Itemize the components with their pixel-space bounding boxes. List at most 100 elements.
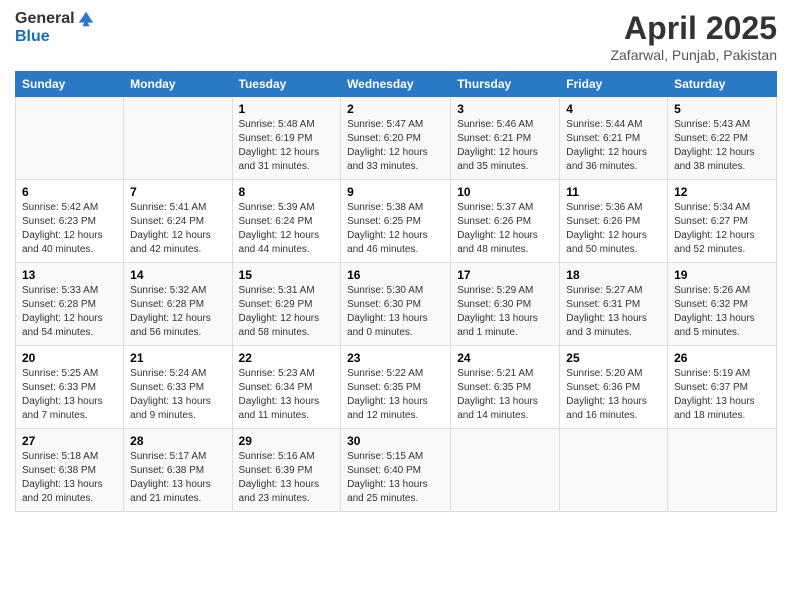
calendar-cell: 8 Sunrise: 5:39 AMSunset: 6:24 PMDayligh… — [232, 180, 341, 263]
day-sunrise: Sunrise: 5:29 AMSunset: 6:30 PMDaylight:… — [457, 285, 538, 338]
day-number: 20 — [22, 351, 117, 365]
calendar-cell: 23 Sunrise: 5:22 AMSunset: 6:35 PMDaylig… — [341, 346, 451, 429]
day-number: 26 — [674, 351, 770, 365]
calendar-cell: 1 Sunrise: 5:48 AMSunset: 6:19 PMDayligh… — [232, 97, 341, 180]
calendar-cell: 7 Sunrise: 5:41 AMSunset: 6:24 PMDayligh… — [124, 180, 232, 263]
day-number: 25 — [566, 351, 661, 365]
day-number: 19 — [674, 268, 770, 282]
day-number: 3 — [457, 102, 553, 116]
calendar-cell: 6 Sunrise: 5:42 AMSunset: 6:23 PMDayligh… — [16, 180, 124, 263]
calendar-cell: 28 Sunrise: 5:17 AMSunset: 6:38 PMDaylig… — [124, 429, 232, 512]
calendar-week-row-2: 6 Sunrise: 5:42 AMSunset: 6:23 PMDayligh… — [16, 180, 777, 263]
day-sunrise: Sunrise: 5:18 AMSunset: 6:38 PMDaylight:… — [22, 451, 103, 504]
day-sunrise: Sunrise: 5:15 AMSunset: 6:40 PMDaylight:… — [347, 451, 428, 504]
day-sunrise: Sunrise: 5:47 AMSunset: 6:20 PMDaylight:… — [347, 119, 428, 172]
calendar-cell — [124, 97, 232, 180]
header-thursday: Thursday — [451, 72, 560, 97]
day-sunrise: Sunrise: 5:30 AMSunset: 6:30 PMDaylight:… — [347, 285, 428, 338]
day-sunrise: Sunrise: 5:21 AMSunset: 6:35 PMDaylight:… — [457, 368, 538, 421]
day-number: 22 — [239, 351, 335, 365]
calendar-cell: 13 Sunrise: 5:33 AMSunset: 6:28 PMDaylig… — [16, 263, 124, 346]
logo-block: General Blue — [15, 10, 95, 46]
calendar-cell — [668, 429, 777, 512]
calendar-cell: 3 Sunrise: 5:46 AMSunset: 6:21 PMDayligh… — [451, 97, 560, 180]
day-number: 23 — [347, 351, 444, 365]
day-sunrise: Sunrise: 5:19 AMSunset: 6:37 PMDaylight:… — [674, 368, 755, 421]
day-number: 12 — [674, 185, 770, 199]
day-number: 24 — [457, 351, 553, 365]
day-number: 28 — [130, 434, 225, 448]
day-sunrise: Sunrise: 5:34 AMSunset: 6:27 PMDaylight:… — [674, 202, 755, 255]
day-number: 30 — [347, 434, 444, 448]
day-number: 29 — [239, 434, 335, 448]
day-sunrise: Sunrise: 5:33 AMSunset: 6:28 PMDaylight:… — [22, 285, 103, 338]
calendar-cell: 24 Sunrise: 5:21 AMSunset: 6:35 PMDaylig… — [451, 346, 560, 429]
header-monday: Monday — [124, 72, 232, 97]
day-number: 2 — [347, 102, 444, 116]
day-sunrise: Sunrise: 5:31 AMSunset: 6:29 PMDaylight:… — [239, 285, 320, 338]
calendar-cell: 21 Sunrise: 5:24 AMSunset: 6:33 PMDaylig… — [124, 346, 232, 429]
calendar-cell — [560, 429, 668, 512]
calendar-cell: 20 Sunrise: 5:25 AMSunset: 6:33 PMDaylig… — [16, 346, 124, 429]
day-number: 10 — [457, 185, 553, 199]
title-block: April 2025 Zafarwal, Punjab, Pakistan — [610, 10, 777, 63]
logo-general-text: General — [15, 10, 75, 28]
day-number: 27 — [22, 434, 117, 448]
day-number: 18 — [566, 268, 661, 282]
calendar-cell: 27 Sunrise: 5:18 AMSunset: 6:38 PMDaylig… — [16, 429, 124, 512]
day-number: 6 — [22, 185, 117, 199]
calendar-cell: 11 Sunrise: 5:36 AMSunset: 6:26 PMDaylig… — [560, 180, 668, 263]
calendar-week-row-5: 27 Sunrise: 5:18 AMSunset: 6:38 PMDaylig… — [16, 429, 777, 512]
day-number: 5 — [674, 102, 770, 116]
header-wednesday: Wednesday — [341, 72, 451, 97]
calendar-cell: 26 Sunrise: 5:19 AMSunset: 6:37 PMDaylig… — [668, 346, 777, 429]
calendar-cell: 14 Sunrise: 5:32 AMSunset: 6:28 PMDaylig… — [124, 263, 232, 346]
day-sunrise: Sunrise: 5:37 AMSunset: 6:26 PMDaylight:… — [457, 202, 538, 255]
day-number: 13 — [22, 268, 117, 282]
day-sunrise: Sunrise: 5:36 AMSunset: 6:26 PMDaylight:… — [566, 202, 647, 255]
logo: General Blue — [15, 10, 95, 46]
calendar-week-row-4: 20 Sunrise: 5:25 AMSunset: 6:33 PMDaylig… — [16, 346, 777, 429]
calendar-cell: 5 Sunrise: 5:43 AMSunset: 6:22 PMDayligh… — [668, 97, 777, 180]
header: General Blue April 2025 Zafarwal, Punjab… — [15, 10, 777, 63]
calendar-cell: 15 Sunrise: 5:31 AMSunset: 6:29 PMDaylig… — [232, 263, 341, 346]
day-sunrise: Sunrise: 5:44 AMSunset: 6:21 PMDaylight:… — [566, 119, 647, 172]
day-number: 17 — [457, 268, 553, 282]
day-number: 15 — [239, 268, 335, 282]
calendar-cell: 2 Sunrise: 5:47 AMSunset: 6:20 PMDayligh… — [341, 97, 451, 180]
calendar-cell: 29 Sunrise: 5:16 AMSunset: 6:39 PMDaylig… — [232, 429, 341, 512]
calendar-cell: 22 Sunrise: 5:23 AMSunset: 6:34 PMDaylig… — [232, 346, 341, 429]
calendar-cell: 12 Sunrise: 5:34 AMSunset: 6:27 PMDaylig… — [668, 180, 777, 263]
day-sunrise: Sunrise: 5:17 AMSunset: 6:38 PMDaylight:… — [130, 451, 211, 504]
header-friday: Friday — [560, 72, 668, 97]
calendar-cell: 19 Sunrise: 5:26 AMSunset: 6:32 PMDaylig… — [668, 263, 777, 346]
calendar-cell: 9 Sunrise: 5:38 AMSunset: 6:25 PMDayligh… — [341, 180, 451, 263]
day-number: 21 — [130, 351, 225, 365]
calendar-week-row-3: 13 Sunrise: 5:33 AMSunset: 6:28 PMDaylig… — [16, 263, 777, 346]
day-sunrise: Sunrise: 5:32 AMSunset: 6:28 PMDaylight:… — [130, 285, 211, 338]
day-sunrise: Sunrise: 5:23 AMSunset: 6:34 PMDaylight:… — [239, 368, 320, 421]
day-number: 16 — [347, 268, 444, 282]
day-sunrise: Sunrise: 5:41 AMSunset: 6:24 PMDaylight:… — [130, 202, 211, 255]
day-number: 9 — [347, 185, 444, 199]
day-number: 8 — [239, 185, 335, 199]
calendar-cell — [16, 97, 124, 180]
header-tuesday: Tuesday — [232, 72, 341, 97]
day-sunrise: Sunrise: 5:43 AMSunset: 6:22 PMDaylight:… — [674, 119, 755, 172]
page: General Blue April 2025 Zafarwal, Punjab… — [0, 0, 792, 612]
day-number: 11 — [566, 185, 661, 199]
calendar-cell — [451, 429, 560, 512]
calendar-table: Sunday Monday Tuesday Wednesday Thursday… — [15, 71, 777, 512]
day-sunrise: Sunrise: 5:27 AMSunset: 6:31 PMDaylight:… — [566, 285, 647, 338]
day-sunrise: Sunrise: 5:16 AMSunset: 6:39 PMDaylight:… — [239, 451, 320, 504]
calendar-cell: 30 Sunrise: 5:15 AMSunset: 6:40 PMDaylig… — [341, 429, 451, 512]
day-sunrise: Sunrise: 5:38 AMSunset: 6:25 PMDaylight:… — [347, 202, 428, 255]
day-sunrise: Sunrise: 5:46 AMSunset: 6:21 PMDaylight:… — [457, 119, 538, 172]
calendar-week-row-1: 1 Sunrise: 5:48 AMSunset: 6:19 PMDayligh… — [16, 97, 777, 180]
header-saturday: Saturday — [668, 72, 777, 97]
day-sunrise: Sunrise: 5:22 AMSunset: 6:35 PMDaylight:… — [347, 368, 428, 421]
header-sunday: Sunday — [16, 72, 124, 97]
title-month: April 2025 — [610, 10, 777, 47]
calendar-cell: 10 Sunrise: 5:37 AMSunset: 6:26 PMDaylig… — [451, 180, 560, 263]
calendar-cell: 17 Sunrise: 5:29 AMSunset: 6:30 PMDaylig… — [451, 263, 560, 346]
